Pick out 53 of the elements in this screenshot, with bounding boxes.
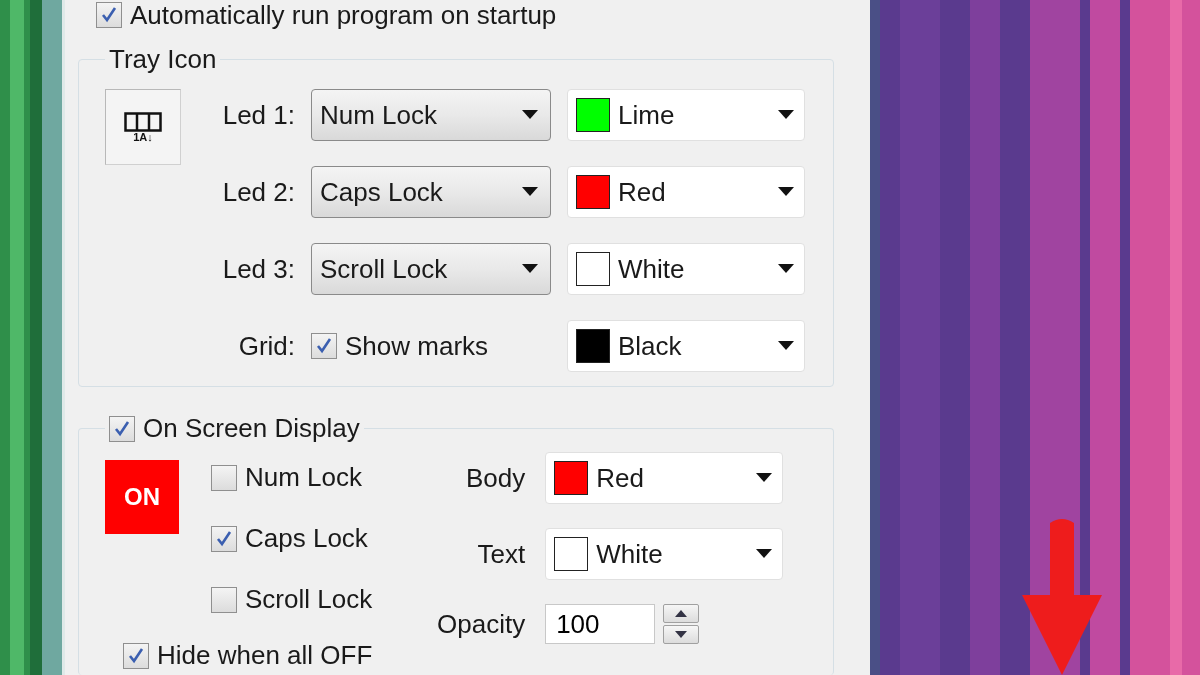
- caret-icon: [522, 264, 538, 274]
- checkmark-icon: [315, 337, 333, 355]
- checkbox[interactable]: [211, 525, 237, 552]
- group-title: Tray Icon: [109, 44, 217, 75]
- checkbox-option[interactable]: Caps Lock: [211, 523, 431, 554]
- caret-icon: [778, 264, 794, 274]
- checkbox[interactable]: [109, 415, 135, 442]
- color-dropdown[interactable]: Red: [567, 166, 805, 218]
- checkbox-option[interactable]: Num Lock: [211, 462, 431, 493]
- checkmark-icon: [127, 646, 145, 665]
- checkbox[interactable]: [311, 333, 337, 359]
- preview-text: ON: [124, 483, 160, 511]
- led-label: Led 2:: [222, 176, 295, 208]
- caret-icon: [778, 110, 794, 120]
- checkbox[interactable]: [96, 2, 122, 28]
- up-triangle-icon: [675, 610, 688, 617]
- lock-dropdown[interactable]: Caps Lock: [311, 166, 551, 218]
- checkmark-icon: [215, 529, 233, 548]
- checkbox-option[interactable]: Show marks: [311, 330, 551, 362]
- icon-caption: 1A↓: [133, 131, 153, 143]
- spin-down-button[interactable]: [663, 625, 700, 644]
- led-grid-icon: [124, 111, 162, 132]
- color-dropdown[interactable]: White: [567, 243, 805, 295]
- lock-dropdown[interactable]: Scroll Lock: [311, 243, 551, 295]
- caret-icon: [756, 549, 773, 559]
- text-label: Text: [477, 538, 526, 570]
- checkbox-option[interactable]: Automatically run program on startup: [96, 0, 870, 30]
- caret-icon: [756, 473, 773, 483]
- checkbox[interactable]: [211, 586, 237, 613]
- lock-dropdown[interactable]: Num Lock: [311, 89, 551, 141]
- checkmark-icon: [100, 6, 118, 24]
- caret-icon: [778, 341, 794, 351]
- checkbox-option[interactable]: On Screen Display: [109, 413, 360, 444]
- down-triangle-icon: [675, 631, 688, 638]
- checkbox-option[interactable]: Hide when all OFF: [123, 640, 373, 671]
- checkbox[interactable]: [123, 642, 149, 669]
- color-dropdown[interactable]: Lime: [567, 89, 805, 141]
- led-label: Led 1:: [222, 99, 295, 131]
- color-dropdown[interactable]: White: [545, 528, 784, 580]
- color-dropdown[interactable]: Red: [545, 452, 784, 504]
- checkmark-icon: [113, 419, 131, 438]
- opacity-field[interactable]: 100: [545, 604, 656, 644]
- caret-icon: [522, 187, 538, 197]
- checkbox-option[interactable]: Scroll Lock: [211, 584, 431, 615]
- caret-icon: [522, 110, 538, 120]
- checkbox[interactable]: [211, 464, 237, 491]
- body-label: Body: [465, 462, 526, 494]
- color-dropdown[interactable]: Black: [567, 320, 805, 372]
- led-label: Led 3:: [222, 253, 295, 285]
- grid-label: Grid:: [238, 330, 295, 362]
- spin-up-button[interactable]: [663, 604, 700, 623]
- caret-icon: [778, 187, 794, 197]
- opacity-label: Opacity: [437, 608, 526, 640]
